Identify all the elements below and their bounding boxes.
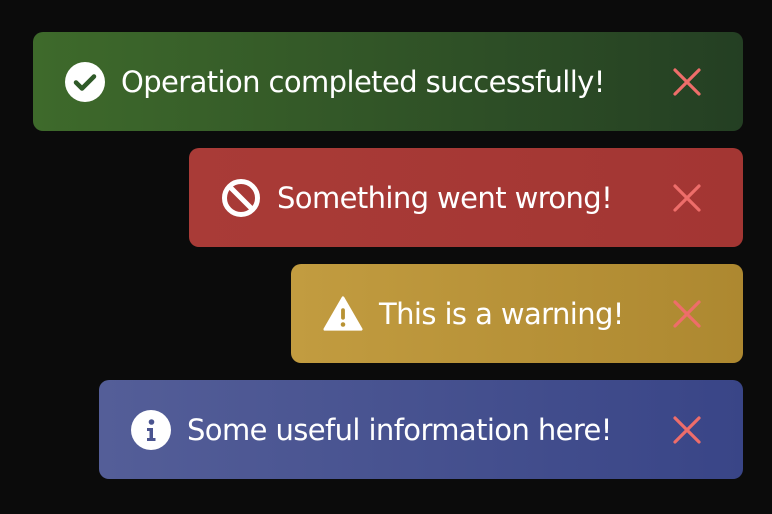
toast-message: This is a warning!	[379, 296, 624, 331]
toast-warning: This is a warning!	[291, 264, 743, 363]
close-icon[interactable]	[672, 183, 702, 213]
toast-message: Operation completed successfully!	[121, 64, 605, 99]
info-circle-icon	[131, 409, 171, 450]
toast-info: Some useful information here!	[99, 380, 743, 479]
check-circle-icon	[65, 61, 105, 102]
warning-triangle-icon	[323, 294, 363, 334]
toast-message: Some useful information here!	[187, 412, 612, 447]
toast-message: Something went wrong!	[277, 180, 613, 215]
close-icon[interactable]	[672, 299, 702, 329]
toast-success: Operation completed successfully!	[33, 32, 743, 131]
close-icon[interactable]	[672, 67, 702, 97]
toast-error: Something went wrong!	[189, 148, 743, 247]
close-icon[interactable]	[672, 415, 702, 445]
ban-icon	[221, 178, 261, 218]
